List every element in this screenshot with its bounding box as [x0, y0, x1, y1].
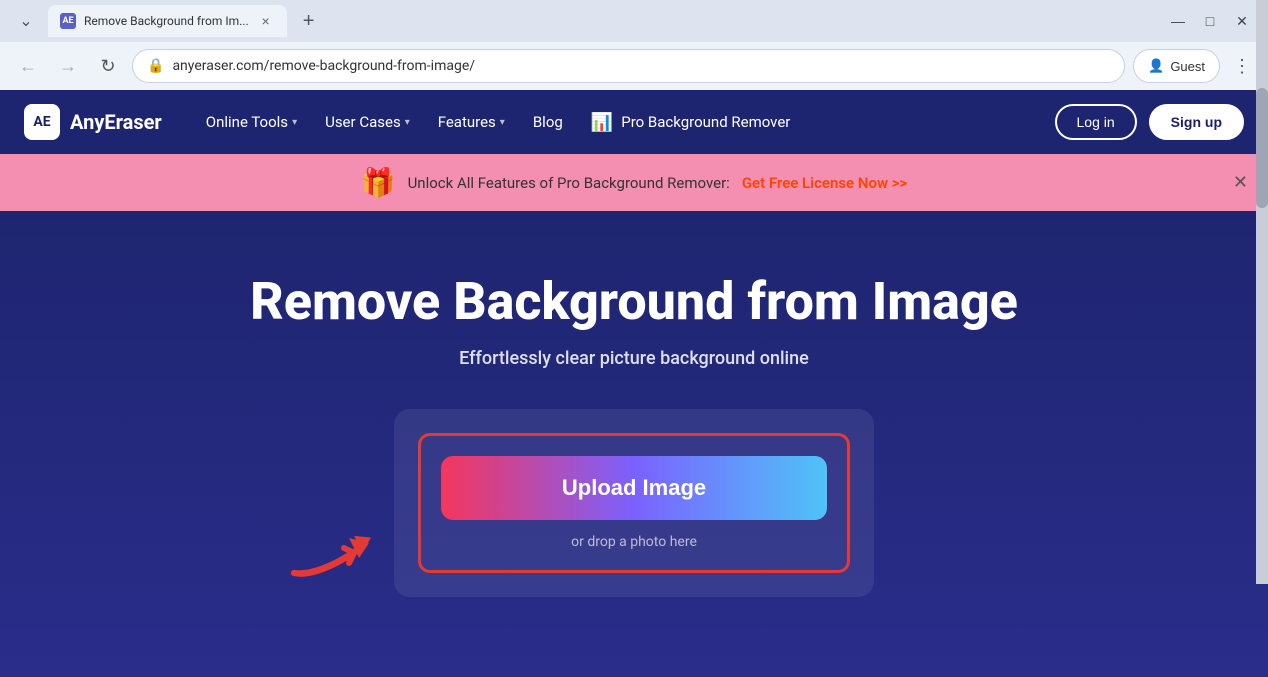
browser-nav: ← → ↻ 🔒 anyeraser.com/remove-background-…: [0, 42, 1268, 90]
hero-title: Remove Background from Image: [250, 271, 1018, 332]
signup-button[interactable]: Sign up: [1149, 104, 1244, 140]
minimize-button[interactable]: —: [1164, 7, 1192, 35]
address-text: anyeraser.com/remove-background-from-ima…: [172, 58, 1110, 74]
hero-section: Remove Background from Image Effortlessl…: [0, 211, 1268, 677]
logo[interactable]: AE AnyEraser: [24, 104, 162, 140]
upload-image-button[interactable]: Upload Image: [441, 456, 827, 520]
refresh-button[interactable]: ↻: [92, 50, 124, 82]
guest-label: Guest: [1170, 59, 1205, 74]
nav-blog[interactable]: Blog: [521, 105, 575, 139]
site-navbar: AE AnyEraser Online Tools ▾ User Cases ▾…: [0, 90, 1268, 154]
drop-hint: or drop a photo here: [571, 534, 697, 550]
arrow-indicator: [284, 523, 394, 587]
chevron-down-icon: ▾: [292, 117, 297, 128]
login-button[interactable]: Log in: [1055, 104, 1137, 140]
new-tab-button[interactable]: +: [295, 7, 323, 35]
logo-icon: AE: [24, 104, 60, 140]
chevron-down-icon: ▾: [405, 117, 410, 128]
banner-text: Unlock All Features of Pro Background Re…: [408, 174, 730, 192]
hero-subtitle: Effortlessly clear picture background on…: [459, 348, 809, 369]
tab-title: Remove Background from Im...: [84, 14, 249, 28]
scrollbar[interactable]: [1256, 0, 1268, 584]
address-icon: 🔒: [147, 58, 164, 74]
banner-close-button[interactable]: ✕: [1233, 172, 1248, 193]
nav-user-cases[interactable]: User Cases ▾: [313, 105, 422, 139]
nav-online-tools[interactable]: Online Tools ▾: [194, 105, 309, 139]
upload-box[interactable]: Upload Image or drop a photo here: [418, 433, 850, 573]
nav-pro-remover[interactable]: 📊 Pro Background Remover: [579, 104, 803, 141]
promo-banner: 🎁 Unlock All Features of Pro Background …: [0, 154, 1268, 211]
tab-favicon: AE: [60, 13, 76, 29]
banner-cta-link[interactable]: Get Free License Now >>: [742, 174, 907, 192]
guest-icon: 👤: [1148, 58, 1164, 74]
browser-top-bar: ⌄ AE Remove Background from Im... × + — …: [0, 0, 1268, 42]
address-bar[interactable]: 🔒 anyeraser.com/remove-background-from-i…: [132, 49, 1125, 83]
website-content: AE AnyEraser Online Tools ▾ User Cases ▾…: [0, 90, 1268, 677]
nav-links: Online Tools ▾ User Cases ▾ Features ▾ B…: [194, 104, 1023, 141]
back-button[interactable]: ←: [12, 50, 44, 82]
gift-icon: 🎁: [361, 166, 396, 199]
nav-features[interactable]: Features ▾: [426, 105, 517, 139]
pro-icon: 📊: [591, 112, 613, 133]
browser-chrome: ⌄ AE Remove Background from Im... × + — …: [0, 0, 1268, 90]
forward-button[interactable]: →: [52, 50, 84, 82]
guest-button[interactable]: 👤 Guest: [1133, 49, 1220, 83]
scrollbar-thumb[interactable]: [1256, 88, 1268, 208]
window-controls: — □ ✕: [1164, 7, 1256, 35]
logo-text: AnyEraser: [70, 110, 162, 134]
nav-auth: Log in Sign up: [1055, 104, 1244, 140]
chevron-down-icon: ▾: [500, 117, 505, 128]
tab-list-button[interactable]: ⌄: [12, 7, 40, 35]
tab-close-button[interactable]: ×: [257, 12, 275, 30]
browser-tab[interactable]: AE Remove Background from Im... ×: [48, 5, 287, 37]
maximize-button[interactable]: □: [1196, 7, 1224, 35]
browser-menu-button[interactable]: ⋮: [1228, 52, 1256, 80]
close-button[interactable]: ✕: [1228, 7, 1256, 35]
upload-container: Upload Image or drop a photo here: [394, 409, 874, 597]
